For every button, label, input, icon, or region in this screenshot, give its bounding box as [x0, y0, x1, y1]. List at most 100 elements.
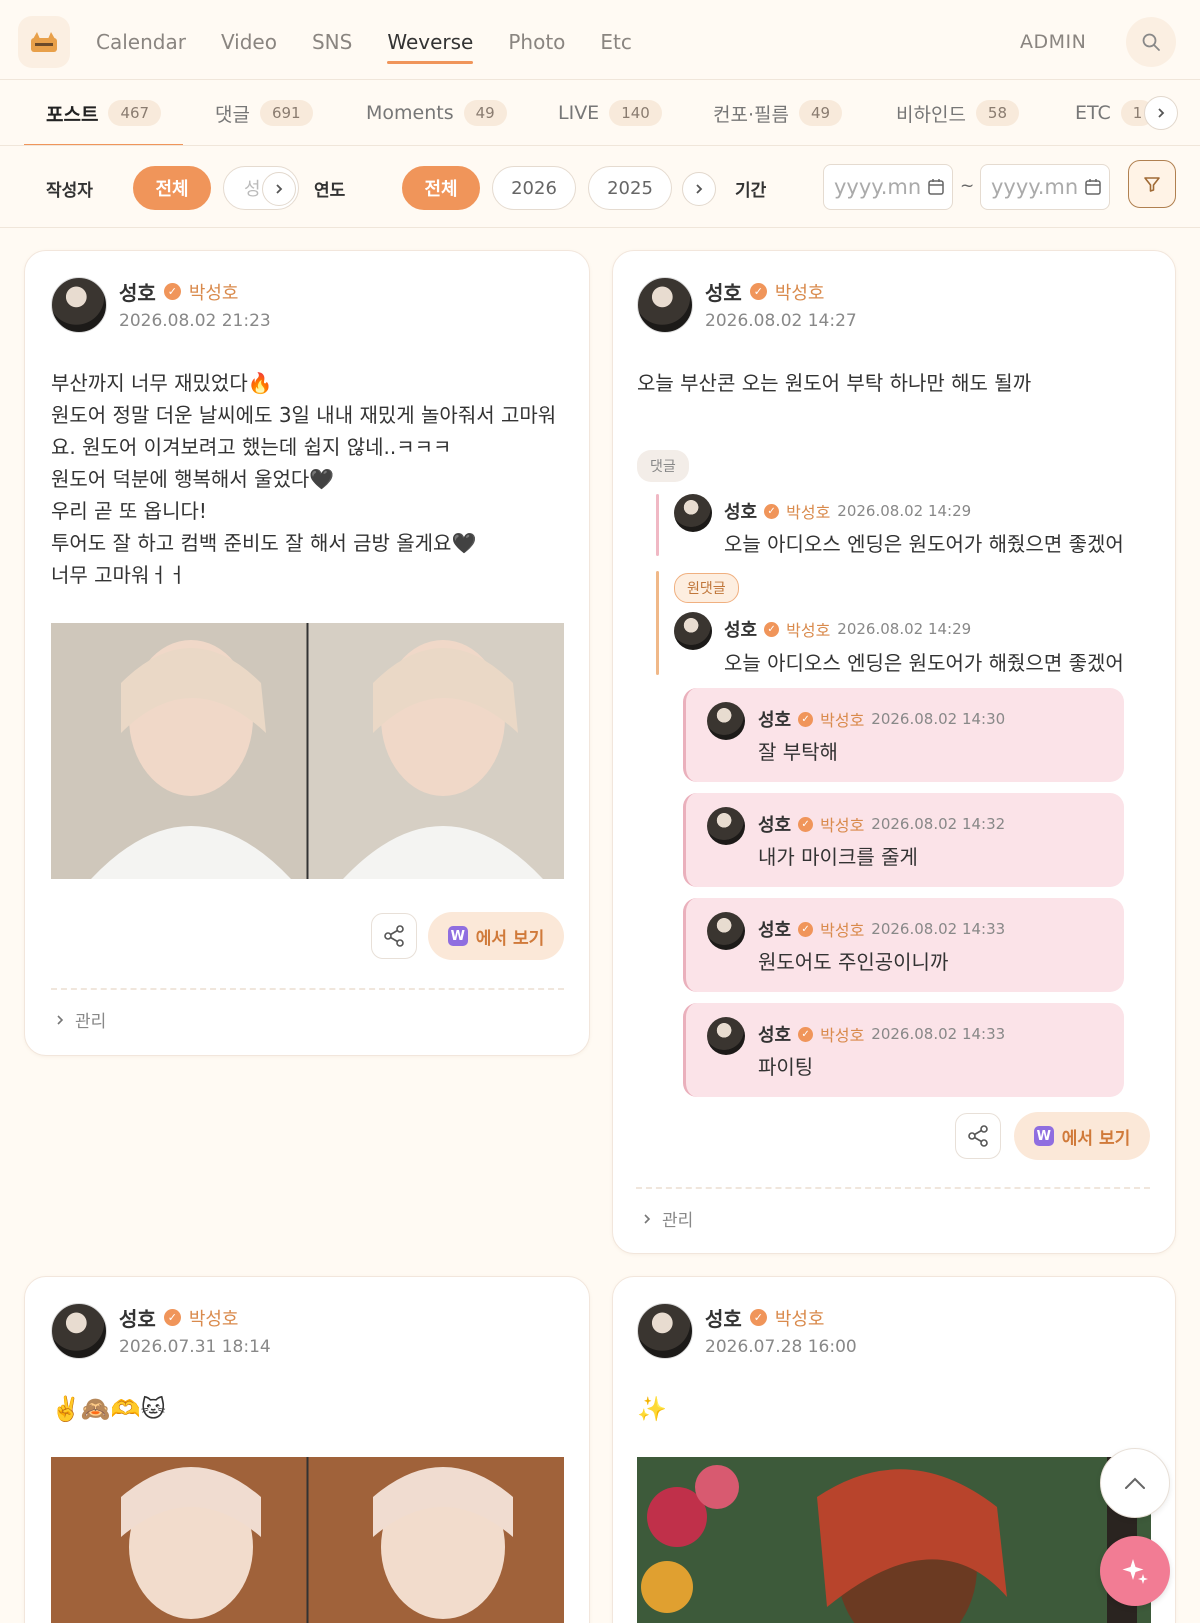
avatar[interactable] — [51, 277, 107, 333]
reply-author: 성호 — [758, 710, 792, 731]
year-2026-pill[interactable]: 2026 — [492, 166, 576, 210]
comment-author: 성호 — [724, 502, 758, 523]
avatar[interactable] — [51, 1303, 107, 1359]
reply-realname: 박성호 — [820, 711, 865, 730]
reply-avatar[interactable] — [707, 912, 745, 950]
author-filter-label: 작성자 — [46, 181, 93, 201]
tab-behind[interactable]: 비하인드 58 — [896, 80, 1020, 145]
tab-etc[interactable]: ETC 1 — [1075, 80, 1155, 145]
tab-label: 컨포·필름 — [713, 103, 789, 126]
comment-author: 성호 — [724, 620, 758, 641]
manage-toggle[interactable]: 관리 — [55, 1007, 106, 1032]
reply-avatar[interactable] — [707, 807, 745, 845]
avatar[interactable] — [637, 1303, 693, 1359]
tab-label: LIVE — [558, 102, 600, 124]
filter-button[interactable] — [1128, 160, 1176, 208]
comment-date: 2026.08.02 14:29 — [837, 620, 972, 638]
tab-count: 691 — [259, 100, 313, 126]
orig-comment-thread-line — [656, 571, 659, 675]
avatar[interactable] — [637, 277, 693, 333]
chevron-right-icon — [276, 184, 283, 194]
comment-avatar[interactable] — [674, 612, 712, 650]
post-photo[interactable] — [51, 623, 564, 879]
post-realname: 박성호 — [774, 282, 825, 304]
year-2025-pill[interactable]: 2025 — [588, 166, 672, 210]
comment-realname: 박성호 — [786, 503, 831, 522]
tab-label: 포스트 — [46, 103, 99, 126]
cat-logo-icon — [31, 32, 57, 52]
tab-concept-film[interactable]: 컨포·필름 49 — [713, 80, 843, 145]
nav-calendar[interactable]: Calendar — [96, 0, 186, 80]
verified-icon: ✓ — [764, 621, 780, 637]
chevron-right-icon — [1158, 108, 1165, 118]
tab-count: 140 — [609, 100, 662, 126]
tab-label: Moments — [366, 102, 454, 124]
nav-weverse[interactable]: Weverse — [387, 0, 474, 80]
category-tabs: 포스트 467 댓글 691 Moments 49 LIVE 140 컨포·필름… — [0, 80, 1200, 146]
nav-video[interactable]: Video — [221, 0, 277, 80]
tabs-next-button[interactable] — [1144, 96, 1178, 130]
reply-avatar[interactable] — [707, 1017, 745, 1055]
calendar-icon — [928, 179, 944, 195]
tab-label: ETC — [1075, 102, 1111, 124]
nav-photo[interactable]: Photo — [508, 0, 565, 80]
post-card: 성호 ✓ 박성호 2026.07.28 16:00 ✨ — [612, 1276, 1176, 1623]
post-author-line: 성호 ✓ 박성호 — [705, 277, 825, 306]
share-icon — [384, 925, 404, 947]
reply-author: 성호 — [758, 1025, 792, 1046]
post-date: 2026.08.02 21:23 — [119, 311, 271, 331]
post-realname: 박성호 — [188, 282, 239, 304]
share-button[interactable] — [955, 1113, 1001, 1159]
tab-comments[interactable]: 댓글 691 — [215, 80, 313, 145]
reply-item — [683, 793, 1124, 887]
post-text: ✌️🙈🫶🐱 — [51, 1395, 166, 1423]
reply-header: 성호 ✓ 박성호 2026.08.02 14:33 — [758, 1021, 1005, 1047]
reply-header: 성호 ✓ 박성호 2026.08.02 14:32 — [758, 811, 1005, 837]
search-button[interactable] — [1126, 17, 1176, 67]
nav-sns[interactable]: SNS — [312, 0, 352, 80]
reply-item — [683, 898, 1124, 992]
year-scroll-button[interactable] — [682, 172, 716, 206]
app-logo[interactable] — [18, 16, 70, 68]
view-on-weverse-button[interactable]: W 에서 보기 — [1014, 1112, 1150, 1160]
author-all-pill[interactable]: 전체 — [133, 166, 211, 210]
divider — [636, 1187, 1150, 1189]
tab-moments[interactable]: Moments 49 — [366, 80, 507, 145]
view-on-weverse-button[interactable]: W 에서 보기 — [428, 912, 564, 960]
comment-date: 2026.08.02 14:29 — [837, 502, 972, 520]
share-button[interactable] — [371, 913, 417, 959]
date-placeholder: yyyy.mn — [834, 175, 922, 199]
calendar-icon — [1085, 179, 1101, 195]
post-text: 오늘 부산콘 오는 원도어 부탁 하나만 해도 될까 — [637, 371, 1032, 395]
post-photo[interactable] — [637, 1457, 1151, 1623]
verified-icon: ✓ — [798, 921, 814, 937]
scroll-to-top-button[interactable] — [1100, 1448, 1170, 1518]
tab-label: 비하인드 — [896, 103, 966, 126]
post-photo[interactable] — [51, 1457, 564, 1623]
post-photo-image — [51, 623, 564, 879]
reply-date: 2026.08.02 14:33 — [871, 920, 1006, 938]
post-photo-image — [51, 1457, 564, 1623]
ai-assistant-button[interactable] — [1100, 1536, 1170, 1606]
verified-icon: ✓ — [163, 1309, 181, 1326]
search-icon — [1142, 33, 1160, 51]
tab-label: 댓글 — [215, 103, 250, 126]
end-date-input[interactable]: yyyy.mn — [980, 164, 1110, 210]
tab-live[interactable]: LIVE 140 — [558, 80, 662, 145]
reply-author: 성호 — [758, 920, 792, 941]
manage-toggle[interactable]: 관리 — [642, 1206, 693, 1231]
start-date-input[interactable]: yyyy.mn — [823, 164, 953, 210]
tab-posts[interactable]: 포스트 467 — [23, 80, 184, 145]
author-scroll-button[interactable] — [262, 172, 296, 206]
year-all-pill[interactable]: 전체 — [402, 166, 480, 210]
author-pill-label: 성 — [244, 179, 261, 200]
top-navigation: Calendar Video SNS Weverse Photo Etc ADM… — [0, 0, 1200, 80]
verified-icon: ✓ — [764, 503, 780, 519]
post-realname: 박성호 — [774, 1308, 825, 1330]
nav-etc[interactable]: Etc — [600, 0, 631, 80]
filter-bar: 작성자 전체 성 연도 전체 2026 2025 기간 yyyy.mn ~ yy… — [0, 146, 1200, 228]
comment-avatar[interactable] — [674, 494, 712, 532]
reply-avatar[interactable] — [707, 702, 745, 740]
tab-count: 49 — [463, 100, 507, 126]
admin-link[interactable]: ADMIN — [1020, 0, 1086, 84]
